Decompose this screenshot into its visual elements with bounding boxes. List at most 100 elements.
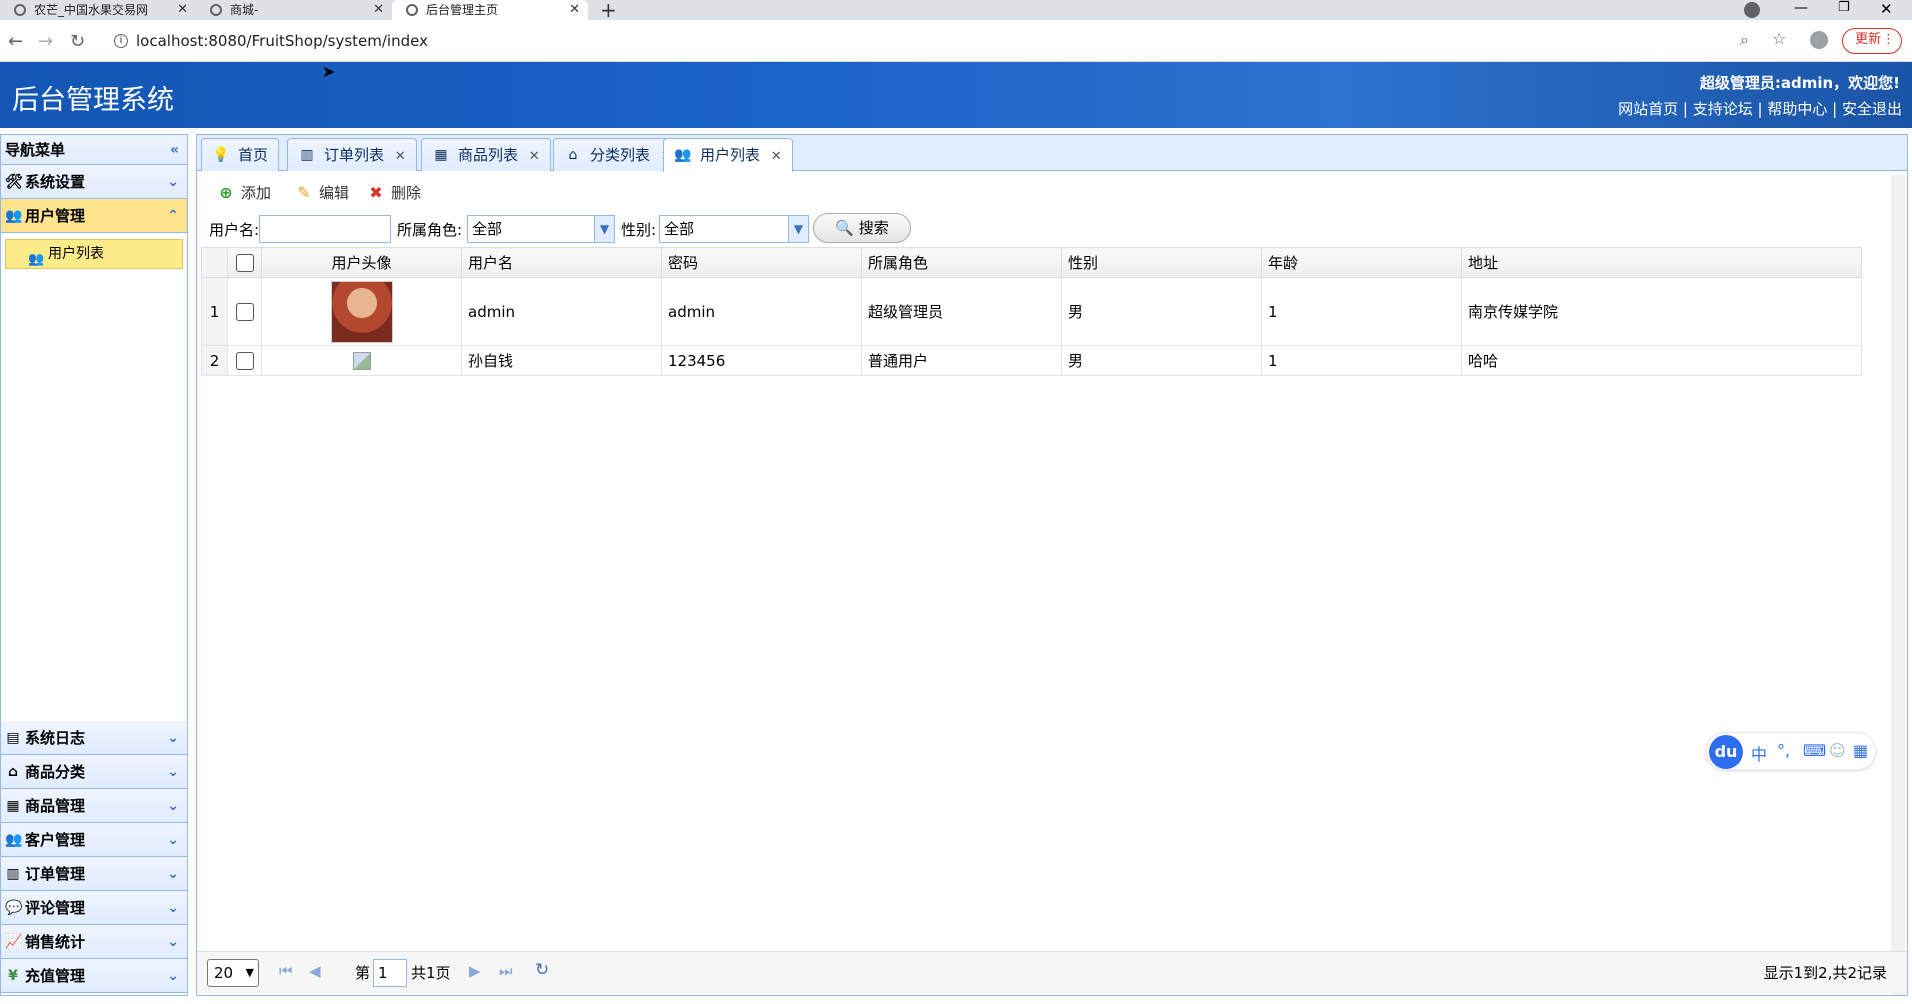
close-window-icon[interactable]: ✕ (1880, 0, 1893, 18)
select-all-checkbox[interactable] (235, 253, 254, 272)
sidebar-item-category[interactable]: ⌂ 商品分类 ⌄ (1, 755, 187, 789)
update-button[interactable]: 更新 ⋮ (1841, 28, 1902, 54)
vertical-scrollbar[interactable] (1891, 175, 1905, 995)
avatar-cell (261, 345, 462, 376)
url-field[interactable]: i localhost:8080/FruitShop/system/index (114, 27, 428, 55)
link-separator: | (1682, 100, 1688, 118)
username-input[interactable] (259, 215, 391, 243)
link-help[interactable]: 帮助中心 (1767, 100, 1827, 118)
grid-menu-icon[interactable]: ▦ (1853, 741, 1868, 760)
sidebar-title: 导航菜单 (5, 141, 66, 159)
delete-button[interactable]: ✖ 删除 (367, 183, 421, 203)
col-age[interactable]: 年龄 (1261, 247, 1462, 278)
punctuation-icon[interactable]: °, (1777, 741, 1790, 760)
users-icon: 👥 (674, 147, 692, 163)
close-icon[interactable]: ✕ (395, 149, 406, 164)
bookmark-star-icon[interactable]: ☆ (1772, 29, 1786, 48)
app-header: 后台管理系统 超级管理员:admin，欢迎您! 网站首页 | 支持论坛 | 帮助… (0, 62, 1912, 128)
add-button[interactable]: ⊕ 添加 (217, 183, 271, 203)
orders-icon: ▥ (6, 866, 20, 882)
table-row[interactable]: 1 admin admin 超级管理员 男 1 南京传媒学院 (201, 277, 1862, 346)
col-username[interactable]: 用户名 (461, 247, 662, 278)
ime-mode[interactable]: 中 (1751, 741, 1767, 765)
keyboard-icon[interactable]: ⌨ (1803, 741, 1826, 760)
sidebar-subitem-user-list[interactable]: 👥 用户列表 (5, 239, 183, 269)
role-select[interactable]: 全部 ▼ (467, 215, 615, 243)
tab-label: 分类列表 (590, 146, 651, 164)
mouse-cursor-icon: ➤ (322, 62, 336, 81)
page-number-input[interactable]: 1 (373, 959, 407, 987)
users-icon: 👥 (28, 252, 45, 267)
tab-goods-list[interactable]: ▦ 商品列表 ✕ (421, 138, 551, 171)
link-forum[interactable]: 支持论坛 (1693, 100, 1753, 118)
reload-icon[interactable]: ↻ (70, 31, 85, 52)
user-icon[interactable]: ☺ (1829, 741, 1846, 760)
tools-icon: 🛠 (5, 174, 23, 190)
zoom-icon[interactable]: ⌕ (1740, 30, 1749, 50)
close-icon[interactable]: ✕ (771, 149, 782, 164)
gender-select[interactable]: 全部 ▼ (659, 215, 809, 243)
forward-icon[interactable]: → (38, 31, 53, 52)
tab-label: 用户列表 (700, 146, 761, 164)
first-page-icon[interactable]: ⏮ (279, 962, 293, 980)
edit-button[interactable]: ✎ 编辑 (295, 183, 349, 203)
link-site-home[interactable]: 网站首页 (1618, 100, 1678, 118)
browser-tabbar: 农芒_中国水果交易网 ✕ 商城- ✕ 后台管理主页 ✕ + — ❐ ✕ (0, 0, 1912, 22)
table-row[interactable]: 2 孙自钱 123456 普通用户 男 1 哈哈 (201, 345, 1862, 376)
row-checkbox[interactable] (235, 351, 254, 370)
sidebar-item-sales-stats[interactable]: 📈 销售统计 ⌄ (1, 925, 187, 959)
sidebar-item-goods[interactable]: ▦ 商品管理 ⌄ (1, 789, 187, 823)
search-button[interactable]: 🔍 搜索 (813, 213, 911, 243)
browser-tab[interactable]: 商城- ✕ (196, 0, 392, 20)
page-size-select[interactable]: 20 ▼ (207, 959, 259, 987)
ime-toolbar[interactable]: du 中 °, ⌨ ☺ ▦ (1706, 732, 1876, 770)
browser-tab[interactable]: 农芒_中国水果交易网 ✕ (0, 0, 196, 20)
close-tab-icon[interactable]: ✕ (569, 0, 580, 20)
col-avatar[interactable]: 用户头像 (261, 247, 462, 278)
role-select-value: 全部 (472, 220, 503, 238)
tab-search-icon[interactable] (1744, 2, 1760, 18)
chevron-down-icon: ⌄ (167, 174, 179, 190)
search-icon: 🔍 (835, 219, 854, 237)
collapse-sidebar-icon[interactable]: « (170, 135, 179, 165)
close-tab-icon[interactable]: ✕ (373, 0, 384, 20)
sidebar-item-customer[interactable]: 👥 客户管理 ⌄ (1, 823, 187, 857)
sidebar-item-recharge[interactable]: ¥ 充值管理 ⌄ (1, 959, 187, 993)
last-page-icon[interactable]: ⏭ (499, 962, 513, 980)
tab-order-list[interactable]: ▥ 订单列表 ✕ (287, 138, 417, 171)
sidebar-item-comments[interactable]: 💬 评论管理 ⌄ (1, 891, 187, 925)
tab-home[interactable]: 💡 首页 (201, 138, 280, 171)
yen-icon: ¥ (8, 968, 18, 984)
cell-role: 超级管理员 (861, 277, 1062, 346)
sidebar-item-label: 订单管理 (25, 865, 86, 883)
minimize-icon[interactable]: — (1794, 0, 1808, 16)
next-page-icon[interactable]: ▶ (469, 962, 481, 980)
link-logout[interactable]: 安全退出 (1842, 100, 1902, 118)
add-label: 添加 (241, 184, 272, 202)
col-gender[interactable]: 性别 (1061, 247, 1262, 278)
lightbulb-icon: 💡 (212, 147, 230, 163)
baidu-logo-icon[interactable]: du (1709, 735, 1743, 769)
close-icon[interactable]: ✕ (529, 149, 540, 164)
chevron-down-icon: ⌄ (167, 832, 179, 848)
refresh-icon[interactable]: ↻ (535, 960, 549, 980)
sidebar-item-system-log[interactable]: ▤ 系统日志 ⌄ (1, 721, 187, 755)
tab-user-list[interactable]: 👥 用户列表 ✕ (663, 138, 793, 172)
tab-label: 首页 (238, 146, 269, 164)
sidebar-item-system-settings[interactable]: 🛠 系统设置 ⌄ (1, 165, 187, 199)
prev-page-icon[interactable]: ◀ (309, 962, 321, 980)
back-icon[interactable]: ← (8, 31, 23, 52)
info-icon[interactable]: i (114, 34, 128, 48)
profile-icon[interactable] (1810, 31, 1828, 49)
col-password[interactable]: 密码 (661, 247, 862, 278)
row-checkbox[interactable] (235, 302, 254, 321)
browser-tab-active[interactable]: 后台管理主页 ✕ (392, 0, 588, 20)
sidebar-item-label: 客户管理 (25, 831, 86, 849)
sidebar-item-orders[interactable]: ▥ 订单管理 ⌄ (1, 857, 187, 891)
close-tab-icon[interactable]: ✕ (177, 0, 188, 20)
col-address[interactable]: 地址 (1461, 247, 1862, 278)
restore-icon[interactable]: ❐ (1838, 0, 1850, 15)
new-tab-icon[interactable]: + (600, 0, 617, 22)
col-role[interactable]: 所属角色 (861, 247, 1062, 278)
sidebar-item-user-management[interactable]: 👥 用户管理 ⌃ (1, 199, 187, 233)
